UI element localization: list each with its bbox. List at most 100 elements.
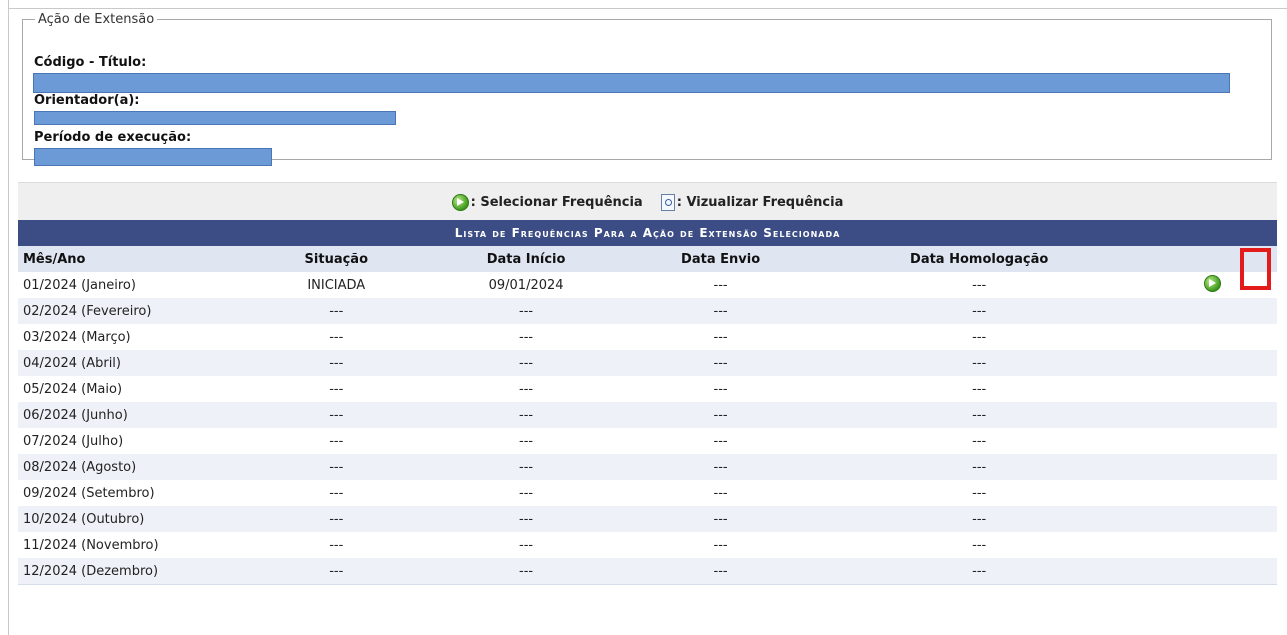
- cell-data-envio: ---: [630, 324, 811, 350]
- table-row: 05/2024 (Maio) --- --- --- ---: [18, 376, 1277, 402]
- page-frame-left-border: [8, 0, 9, 635]
- orientador-redacted-value: [34, 111, 396, 125]
- cell-situacao: ---: [251, 324, 422, 350]
- cell-actions: [1148, 376, 1277, 402]
- cell-actions: [1148, 350, 1277, 376]
- periodo-execucao-redacted-value: [34, 148, 272, 166]
- table-row: 12/2024 (Dezembro) --- --- --- ---: [18, 558, 1277, 585]
- cell-actions: [1148, 506, 1277, 532]
- cell-mes-ano: 01/2024 (Janeiro): [18, 272, 252, 298]
- cell-data-inicio: ---: [421, 350, 631, 376]
- cell-actions: [1148, 480, 1277, 506]
- cell-data-inicio: ---: [421, 558, 631, 585]
- cell-situacao: ---: [251, 480, 422, 506]
- cell-data-envio: ---: [630, 454, 811, 480]
- cell-situacao: ---: [251, 428, 422, 454]
- acao-extensao-fieldset: Ação de Extensão Código - Título: Orient…: [22, 12, 1272, 166]
- table-row: 03/2024 (Março) --- --- --- ---: [18, 324, 1277, 350]
- cell-situacao: ---: [251, 298, 422, 324]
- header-data-inicio: Data Início: [421, 246, 631, 272]
- cell-data-homologacao: ---: [810, 454, 1148, 480]
- codigo-titulo-label: Código - Título:: [34, 55, 147, 70]
- cell-mes-ano: 04/2024 (Abril): [18, 350, 252, 376]
- cell-data-inicio: ---: [421, 454, 631, 480]
- cell-actions: [1148, 298, 1277, 324]
- cell-data-envio: ---: [630, 272, 811, 298]
- table-caption: Lista de Frequências Para a Ação de Exte…: [18, 220, 1277, 246]
- cell-situacao: ---: [251, 350, 422, 376]
- table-row: 06/2024 (Junho) --- --- --- ---: [18, 402, 1277, 428]
- codigo-titulo-redacted-value: [33, 73, 1230, 93]
- table-row: 04/2024 (Abril) --- --- --- ---: [18, 350, 1277, 376]
- table-row: 09/2024 (Setembro) --- --- --- ---: [18, 480, 1277, 506]
- header-actions: [1148, 246, 1277, 272]
- header-mes-ano: Mês/Ano: [18, 246, 252, 272]
- legend-vizualizar-label: : Vizualizar Frequência: [676, 194, 844, 210]
- table-header-row: Mês/Ano Situação Data Início Data Envio …: [18, 246, 1277, 272]
- frequencias-table: Lista de Frequências Para a Ação de Exte…: [18, 220, 1277, 585]
- cell-actions: [1148, 532, 1277, 558]
- cell-actions: [1148, 402, 1277, 428]
- cell-data-envio: ---: [630, 376, 811, 402]
- cell-mes-ano: 12/2024 (Dezembro): [18, 558, 252, 585]
- header-data-homologacao: Data Homologação: [810, 246, 1148, 272]
- cell-data-inicio: ---: [421, 506, 631, 532]
- header-data-envio: Data Envio: [630, 246, 811, 272]
- cell-data-inicio: ---: [421, 428, 631, 454]
- cell-data-inicio: ---: [421, 298, 631, 324]
- cell-situacao: ---: [251, 506, 422, 532]
- selecionar-frequencia-icon[interactable]: [1204, 274, 1221, 292]
- cell-mes-ano: 08/2024 (Agosto): [18, 454, 252, 480]
- cell-data-homologacao: ---: [810, 558, 1148, 585]
- cell-data-homologacao: ---: [810, 506, 1148, 532]
- orientador-label: Orientador(a):: [34, 93, 140, 108]
- cell-situacao: ---: [251, 454, 422, 480]
- table-row: 11/2024 (Novembro) --- --- --- ---: [18, 532, 1277, 558]
- table-row: 10/2024 (Outubro) --- --- --- ---: [18, 506, 1277, 532]
- periodo-execucao-label: Período de execução:: [34, 130, 192, 145]
- table-row: 02/2024 (Fevereiro) --- --- --- ---: [18, 298, 1277, 324]
- document-magnifier-icon: [660, 193, 675, 211]
- legend-selecionar-label: : Selecionar Frequência: [470, 194, 643, 210]
- table-row: 08/2024 (Agosto) --- --- --- ---: [18, 454, 1277, 480]
- cell-situacao: ---: [251, 376, 422, 402]
- cell-data-envio: ---: [630, 480, 811, 506]
- cell-data-inicio: 09/01/2024: [421, 272, 631, 298]
- cell-data-homologacao: ---: [810, 532, 1148, 558]
- cell-data-homologacao: ---: [810, 376, 1148, 402]
- cell-data-envio: ---: [630, 506, 811, 532]
- cell-data-homologacao: ---: [810, 402, 1148, 428]
- cell-data-homologacao: ---: [810, 272, 1148, 298]
- cell-mes-ano: 05/2024 (Maio): [18, 376, 252, 402]
- cell-actions: [1148, 272, 1277, 298]
- cell-actions: [1148, 428, 1277, 454]
- page-frame-top-border: [8, 8, 1287, 9]
- cell-data-homologacao: ---: [810, 298, 1148, 324]
- cell-mes-ano: 02/2024 (Fevereiro): [18, 298, 252, 324]
- cell-data-envio: ---: [630, 350, 811, 376]
- cell-situacao: INICIADA: [251, 272, 422, 298]
- cell-mes-ano: 11/2024 (Novembro): [18, 532, 252, 558]
- icon-legend-bar: : Selecionar Frequência : Vizualizar Fre…: [18, 182, 1277, 221]
- cell-mes-ano: 03/2024 (Março): [18, 324, 252, 350]
- cell-data-envio: ---: [630, 532, 811, 558]
- table-row: 01/2024 (Janeiro) INICIADA 09/01/2024 --- --…: [18, 272, 1277, 298]
- cell-data-homologacao: ---: [810, 480, 1148, 506]
- legend-vizualizar: : Vizualizar Frequência: [660, 193, 844, 211]
- cell-data-homologacao: ---: [810, 350, 1148, 376]
- green-arrow-icon: [451, 193, 469, 211]
- cell-situacao: ---: [251, 532, 422, 558]
- cell-data-envio: ---: [630, 402, 811, 428]
- cell-data-inicio: ---: [421, 324, 631, 350]
- cell-mes-ano: 09/2024 (Setembro): [18, 480, 252, 506]
- cell-data-inicio: ---: [421, 532, 631, 558]
- cell-mes-ano: 06/2024 (Junho): [18, 402, 252, 428]
- cell-data-inicio: ---: [421, 376, 631, 402]
- cell-actions: [1148, 558, 1277, 585]
- acao-extensao-legend: Ação de Extensão: [38, 12, 155, 27]
- cell-mes-ano: 07/2024 (Julho): [18, 428, 252, 454]
- cell-data-homologacao: ---: [810, 324, 1148, 350]
- legend-selecionar: : Selecionar Frequência: [451, 193, 643, 211]
- cell-data-envio: ---: [630, 298, 811, 324]
- cell-situacao: ---: [251, 558, 422, 585]
